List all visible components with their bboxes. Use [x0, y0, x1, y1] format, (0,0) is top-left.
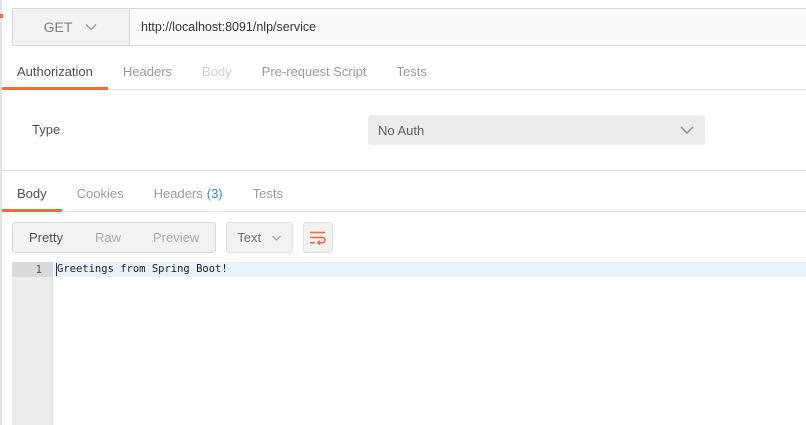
- request-tabs: Authorization Headers Body Pre-request S…: [2, 54, 806, 90]
- tab-label: Headers: [153, 186, 203, 201]
- line-number-gutter: [12, 262, 53, 425]
- method-label: GET: [43, 19, 73, 35]
- raw-button[interactable]: Raw: [79, 223, 137, 252]
- preview-button[interactable]: Preview: [137, 223, 215, 252]
- tab-label: Cookies: [76, 186, 124, 201]
- tab-label: Tests: [252, 186, 283, 201]
- auth-type-label: Type: [32, 122, 61, 137]
- tab-label: Tests: [396, 64, 427, 79]
- tab-cookies[interactable]: Cookies: [62, 176, 139, 211]
- format-select[interactable]: Text: [226, 222, 294, 253]
- url-input[interactable]: [130, 9, 806, 45]
- tab-body[interactable]: Body: [187, 54, 247, 89]
- wrap-lines-icon: [310, 231, 327, 245]
- chevron-down-icon: [272, 235, 282, 241]
- tab-label: Authorization: [17, 64, 93, 79]
- tab-response-tests[interactable]: Tests: [238, 176, 298, 211]
- response-tabs: Body Cookies Headers (3) Tests: [2, 176, 806, 212]
- left-accent-mark: [0, 14, 3, 18]
- response-toolbar: Pretty Raw Preview Text: [12, 222, 334, 253]
- button-label: Preview: [152, 230, 200, 245]
- auth-type-select[interactable]: No Auth: [368, 115, 705, 145]
- button-label: Pretty: [29, 230, 63, 245]
- headers-count-badge: (3): [206, 186, 223, 201]
- tab-label: Pre-request Script: [261, 64, 367, 79]
- authorization-panel: Type No Auth: [2, 91, 806, 171]
- tab-label: Body: [17, 186, 47, 201]
- tab-headers[interactable]: Headers: [108, 54, 187, 89]
- response-body-editor[interactable]: 1 Greetings from Spring Boot!: [12, 262, 806, 425]
- tab-response-headers[interactable]: Headers (3): [139, 176, 238, 211]
- chevron-down-icon: [680, 126, 694, 134]
- line-number: 1: [35, 264, 42, 276]
- auth-type-value: No Auth: [378, 122, 425, 138]
- tab-response-body[interactable]: Body: [2, 176, 62, 212]
- text-cursor: [56, 263, 57, 276]
- format-value: Text: [237, 230, 262, 245]
- tab-label: Headers: [122, 64, 173, 79]
- method-dropdown[interactable]: GET: [13, 9, 130, 45]
- tab-tests[interactable]: Tests: [381, 54, 441, 89]
- code-line: Greetings from Spring Boot!: [57, 263, 228, 275]
- button-label: Raw: [94, 230, 121, 245]
- view-mode-group: Pretty Raw Preview: [12, 222, 217, 253]
- tab-label: Body: [202, 64, 232, 79]
- wrap-lines-button[interactable]: [303, 222, 334, 253]
- chevron-down-icon: [85, 24, 97, 31]
- pretty-button[interactable]: Pretty: [13, 223, 79, 252]
- tab-authorization[interactable]: Authorization: [2, 54, 108, 90]
- url-bar: GET: [12, 8, 806, 46]
- tab-pre-request-script[interactable]: Pre-request Script: [247, 54, 382, 89]
